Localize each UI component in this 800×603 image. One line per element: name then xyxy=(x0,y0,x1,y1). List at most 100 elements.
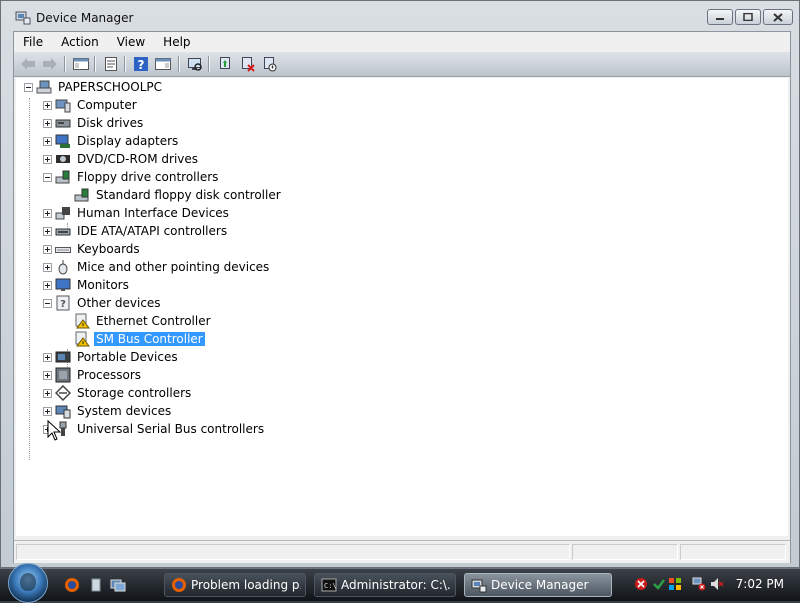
maximize-button[interactable] xyxy=(735,9,761,25)
expand-toggle[interactable] xyxy=(43,245,52,254)
tree-item-label: Ethernet Controller xyxy=(96,314,211,328)
tree-item-label: Processors xyxy=(77,368,142,382)
tree-child-ethernet-controller[interactable]: Ethernet Controller xyxy=(16,312,616,330)
collapse-toggle[interactable] xyxy=(43,299,52,308)
expand-toggle[interactable] xyxy=(43,407,52,416)
device-manager-icon xyxy=(471,579,487,593)
collapse-toggle[interactable] xyxy=(43,173,52,182)
expand-toggle[interactable] xyxy=(43,209,52,218)
display-adapter-icon xyxy=(55,134,70,148)
properties-button[interactable] xyxy=(102,55,120,73)
taskbar-item-command-prompt[interactable]: C:\ Administrator: C:\... xyxy=(314,573,456,597)
tree-item-system-devices[interactable]: System devices xyxy=(16,402,616,420)
tree-item-ide-ata-atapi-controllers[interactable]: IDE ATA/ATAPI controllers xyxy=(16,222,616,240)
tree-item-dvd-cd-rom-drives[interactable]: DVD/CD-ROM drives xyxy=(16,150,616,168)
volume-icon[interactable] xyxy=(710,577,724,591)
network-icon[interactable] xyxy=(692,577,706,591)
expand-toggle[interactable] xyxy=(43,389,52,398)
title-bar[interactable]: Device Manager xyxy=(1,1,799,31)
tree-item-keyboards[interactable]: Keyboards xyxy=(16,240,616,258)
tree-child-sm-bus-controller[interactable]: SM Bus Controller xyxy=(16,330,616,348)
firefox-icon xyxy=(172,578,186,592)
show-desktop-icon[interactable] xyxy=(88,577,104,593)
menu-bar: File Action View Help xyxy=(14,32,790,51)
firefox-icon[interactable] xyxy=(64,577,80,593)
tree-item-portable-devices[interactable]: Portable Devices xyxy=(16,348,616,366)
switch-windows-icon[interactable] xyxy=(110,577,126,593)
tree-item-processors[interactable]: Processors xyxy=(16,366,616,384)
help-button[interactable]: ? xyxy=(132,55,150,73)
uninstall-button[interactable] xyxy=(238,55,256,73)
close-button[interactable] xyxy=(763,9,793,25)
svg-text:?: ? xyxy=(60,299,66,310)
tree-item-disk-drives[interactable]: Disk drives xyxy=(16,114,616,132)
menu-action[interactable]: Action xyxy=(52,32,108,51)
dvd-drive-icon xyxy=(56,155,70,163)
minimize-button[interactable] xyxy=(707,9,733,25)
maximize-icon xyxy=(743,13,753,21)
tree-item-floppy-drive-controllers[interactable]: Floppy drive controllers xyxy=(16,168,616,186)
properties-icon xyxy=(105,57,117,71)
start-button[interactable] xyxy=(8,563,48,603)
show-hide-action-pane-button[interactable] xyxy=(154,55,172,73)
expand-toggle[interactable] xyxy=(43,263,52,272)
taskbar-item-firefox[interactable]: Problem loading p... xyxy=(164,573,306,597)
show-hide-console-tree-button[interactable] xyxy=(72,55,90,73)
windows-update-icon[interactable] xyxy=(668,577,682,591)
tree-item-other-devices[interactable]: ? Other devices xyxy=(16,294,616,312)
security-alert-icon[interactable] xyxy=(634,577,648,591)
expand-toggle[interactable] xyxy=(43,227,52,236)
computer-icon xyxy=(36,80,52,94)
scan-hardware-changes-button[interactable] xyxy=(186,55,204,73)
antivirus-icon[interactable] xyxy=(652,577,666,591)
floppy-controller-icon xyxy=(74,188,89,202)
tree-item-human-interface-devices[interactable]: Human Interface Devices xyxy=(16,204,616,222)
menu-view[interactable]: View xyxy=(108,32,154,51)
tree-child-standard-floppy-disk-controller[interactable]: Standard floppy disk controller xyxy=(16,186,616,204)
status-bar xyxy=(14,540,790,563)
clock[interactable]: 7:02 PM xyxy=(736,577,784,591)
tree-item-mice-and-other-pointing-devices[interactable]: Mice and other pointing devices xyxy=(16,258,616,276)
tree-item-computer[interactable]: Computer xyxy=(16,96,616,114)
tree-root[interactable]: PAPERSCHOOLPC xyxy=(16,78,616,96)
menu-help[interactable]: Help xyxy=(154,32,199,51)
expand-toggle[interactable] xyxy=(43,353,52,362)
tree-item-storage-controllers[interactable]: Storage controllers xyxy=(16,384,616,402)
window-title: Device Manager xyxy=(36,11,134,25)
hid-icon xyxy=(55,207,70,220)
back-button[interactable] xyxy=(19,55,37,73)
update-driver-button[interactable] xyxy=(216,55,234,73)
taskbar-item-label: Device Manager xyxy=(491,578,589,592)
expand-toggle[interactable] xyxy=(43,371,52,380)
expand-toggle[interactable] xyxy=(43,281,52,290)
cmd-icon: C:\ xyxy=(321,578,337,592)
device-tree[interactable]: PAPERSCHOOLPC Computer Disk drives Displ… xyxy=(16,78,788,536)
toolbar-separator xyxy=(94,56,96,72)
tree-item-label: Keyboards xyxy=(77,242,140,256)
tree-item-monitors[interactable]: Monitors xyxy=(16,276,616,294)
forward-arrow-icon xyxy=(43,58,57,70)
disk-drive-icon xyxy=(55,119,71,128)
device-manager-window: Device Manager File Action View Help ? P… xyxy=(0,0,800,568)
expand-toggle[interactable] xyxy=(43,119,52,128)
other-devices-icon: ? xyxy=(56,295,70,311)
expand-toggle[interactable] xyxy=(43,155,52,164)
system-devices-icon xyxy=(55,405,71,419)
expand-toggle[interactable] xyxy=(43,137,52,146)
tree-item-label: Human Interface Devices xyxy=(77,206,229,220)
disable-device-button[interactable] xyxy=(260,55,278,73)
tree-root-label: PAPERSCHOOLPC xyxy=(58,80,163,94)
warning-device-icon xyxy=(75,313,90,329)
expand-toggle[interactable] xyxy=(43,101,52,110)
tree-item-display-adapters[interactable]: Display adapters xyxy=(16,132,616,150)
tree-item-universal-serial-bus-controllers[interactable]: Universal Serial Bus controllers xyxy=(16,420,616,438)
client-area: File Action View Help ? PAPERSCHOOLPC Co… xyxy=(13,31,791,563)
taskbar-item-device-manager[interactable]: Device Manager xyxy=(464,573,612,597)
tree-item-label: IDE ATA/ATAPI controllers xyxy=(77,224,228,238)
forward-button[interactable] xyxy=(41,55,59,73)
menu-file[interactable]: File xyxy=(14,32,52,51)
tree-item-label: Disk drives xyxy=(77,116,144,130)
storage-controller-icon xyxy=(55,385,71,401)
collapse-toggle[interactable] xyxy=(24,83,33,92)
scan-hardware-icon xyxy=(188,58,202,71)
